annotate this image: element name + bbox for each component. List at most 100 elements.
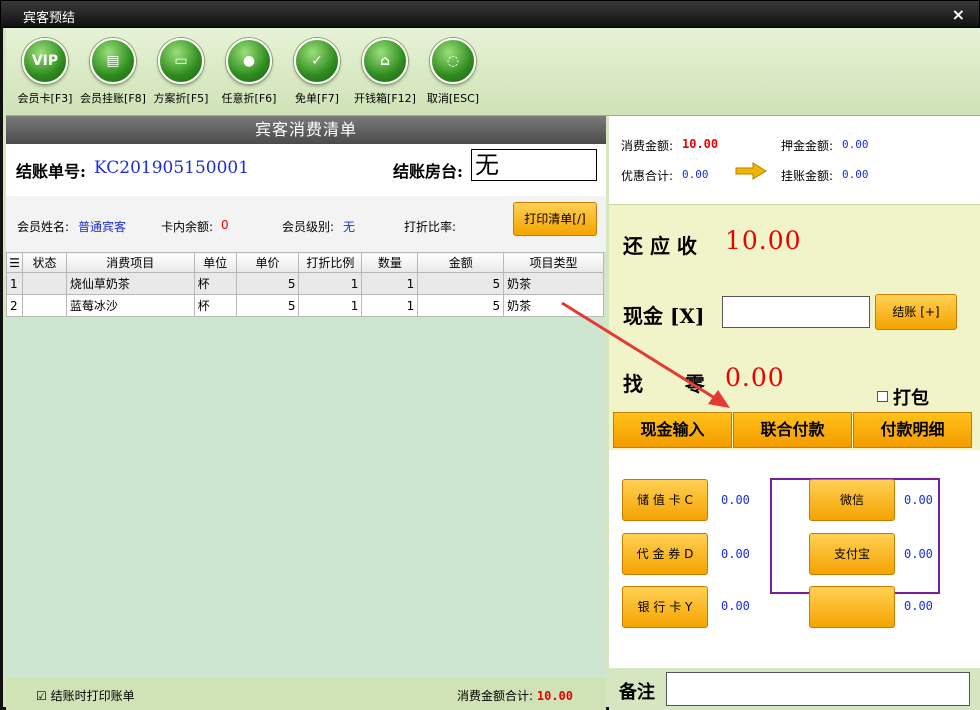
table-header-row: ☰ 状态 消费项目 单位 单价 打折比例 数量 金额 项目类型 [6,252,604,273]
table-row[interactable]: 1 烧仙草奶茶 杯 5 1 1 5 奶茶 [6,272,604,295]
cancel-label: 取消[ESC] [426,92,480,105]
member-credit-icon: ▤ [90,38,136,84]
voucher-button[interactable]: 代 金 券 D [622,533,708,575]
vip-card-label: 会员卡[F3] [17,92,73,105]
print-on-settle-checkbox[interactable]: ☑ 结账时打印账单 [36,687,135,704]
wechat-pay-amount: 0.00 [904,493,933,507]
voucher-amount: 0.00 [721,547,750,561]
cash-label: 现金 [X] [623,304,705,328]
member-name-label: 会员姓名: [17,220,70,234]
row-item: 烧仙草奶茶 [65,272,195,295]
settle-button[interactable]: 结账 [+] [875,294,957,330]
total-value: 10.00 [536,689,573,703]
member-level-value: 无 [343,220,356,234]
window-body: VIP 会员卡[F3] ▤ 会员挂账[F8] ▭ 方案折[F5] ● 任意折[F… [0,28,980,710]
row-unit: 杯 [193,294,237,317]
alipay-button[interactable]: 支付宝 [809,533,895,575]
member-info-bar: 会员姓名: 普通宾客 卡内余额: 0 会员级别: 无 打折比率: 打印清单[/] [6,196,606,252]
blank-payment-button[interactable] [809,586,895,628]
toolbar: VIP 会员卡[F3] ▤ 会员挂账[F8] ▭ 方案折[F5] ● 任意折[F… [6,28,980,116]
col-status[interactable]: 状态 [21,252,67,273]
row-unit: 杯 [193,272,237,295]
row-type: 奶茶 [503,294,604,317]
stored-card-amount: 0.00 [721,493,750,507]
cash-drawer-icon: ⌂ [362,38,408,84]
col-price[interactable]: 单价 [235,252,300,273]
row-type: 奶茶 [503,272,604,295]
row-status [21,294,67,317]
amount-summary: 消费金额: 10.00 押金金额: 0.00 优惠合计: 0.00 挂账金额: … [609,116,980,205]
cancel-icon: ◌ [430,38,476,84]
card-balance-label: 卡内余额: [161,220,214,234]
close-icon[interactable]: × [952,5,965,24]
credit-label: 挂账金额: [781,169,834,183]
blank-payment-amount: 0.00 [904,599,933,613]
row-qty: 1 [361,272,419,295]
checkbox-unchecked-icon [877,391,888,402]
row-price: 5 [235,294,300,317]
list-icon: ☰ [6,252,23,273]
payment-methods: 储 值 卡 C 0.00 代 金 券 D 0.00 银 行 卡 Y 0.00 微… [609,450,980,668]
vip-card-icon: VIP [22,38,68,84]
payment-panel: 消费金额: 10.00 押金金额: 0.00 优惠合计: 0.00 挂账金额: … [609,116,980,710]
list-footer: ☑ 结账时打印账单 消费金额合计: 10.00 [6,678,606,710]
table-row[interactable]: 2 蓝莓冰沙 杯 5 1 1 5 奶茶 [6,294,604,317]
row-index: 2 [6,294,23,317]
consume-value: 10.00 [682,137,719,151]
card-balance-value: 0 [221,218,229,232]
consume-label: 消费金额: [621,139,674,153]
discount-total-label: 优惠合计: [621,169,674,183]
tab-cash-input[interactable]: 现金输入 [613,412,732,448]
scheme-discount-icon: ▭ [158,38,204,84]
stored-card-button[interactable]: 储 值 卡 C [622,479,708,521]
cash-drawer-button[interactable]: ⌂ 开钱箱[F12] [350,38,420,106]
row-price: 5 [235,272,300,295]
col-unit[interactable]: 单位 [193,252,237,273]
member-level-label: 会员级别: [282,220,335,234]
col-type[interactable]: 项目类型 [503,252,604,273]
pack-checkbox[interactable]: 打包 [877,384,929,410]
any-discount-button[interactable]: ● 任意折[F6] [214,38,284,106]
scheme-discount-label: 方案折[F5] [153,92,209,105]
amount-due-value: 10.00 [725,226,802,255]
print-on-settle-label: 结账时打印账单 [50,689,135,703]
list-title: 宾客消费清单 [6,116,606,144]
tab-payment-details[interactable]: 付款明细 [853,412,972,448]
total-summary: 消费金额合计: 10.00 [457,687,573,704]
bank-card-amount: 0.00 [721,599,750,613]
tab-joint-payment[interactable]: 联合付款 [733,412,852,448]
any-discount-label: 任意折[F6] [221,92,277,105]
col-discount[interactable]: 打折比例 [298,252,363,273]
room-label: 结账房台: [393,162,463,181]
scheme-discount-button[interactable]: ▭ 方案折[F5] [146,38,216,106]
col-qty[interactable]: 数量 [361,252,419,273]
col-item[interactable]: 消费项目 [65,252,195,273]
order-no-value: KC201905150001 [94,158,250,178]
pack-label: 打包 [893,388,929,409]
amount-due-label: 还 应 收 [623,234,697,258]
print-list-button[interactable]: 打印清单[/] [513,202,597,236]
bank-card-button[interactable]: 银 行 卡 Y [622,586,708,628]
change-label: 找 零 [623,372,705,396]
col-amount[interactable]: 金额 [417,252,505,273]
row-amount: 5 [417,272,505,295]
cancel-button[interactable]: ◌ 取消[ESC] [418,38,488,106]
deposit-value: 0.00 [842,138,869,151]
remark-bar: 备注 [609,668,980,710]
row-item: 蓝莓冰沙 [65,294,195,317]
wechat-pay-button[interactable]: 微信 [809,479,895,521]
room-field[interactable]: 无 [471,149,597,181]
cash-input[interactable] [722,296,870,328]
row-qty: 1 [361,294,419,317]
cash-drawer-label: 开钱箱[F12] [354,92,416,105]
remark-input[interactable] [666,672,970,706]
checkbox-checked-icon: ☑ [36,689,47,703]
credit-value: 0.00 [842,168,869,181]
row-status [21,272,67,295]
vip-card-button[interactable]: VIP 会员卡[F3] [10,38,80,106]
deposit-label: 押金金额: [781,139,834,153]
member-credit-button[interactable]: ▤ 会员挂账[F8] [78,38,148,106]
member-name-value: 普通宾客 [78,220,127,234]
free-order-button[interactable]: ✓ 免单[F7] [282,38,352,106]
row-index: 1 [6,272,23,295]
